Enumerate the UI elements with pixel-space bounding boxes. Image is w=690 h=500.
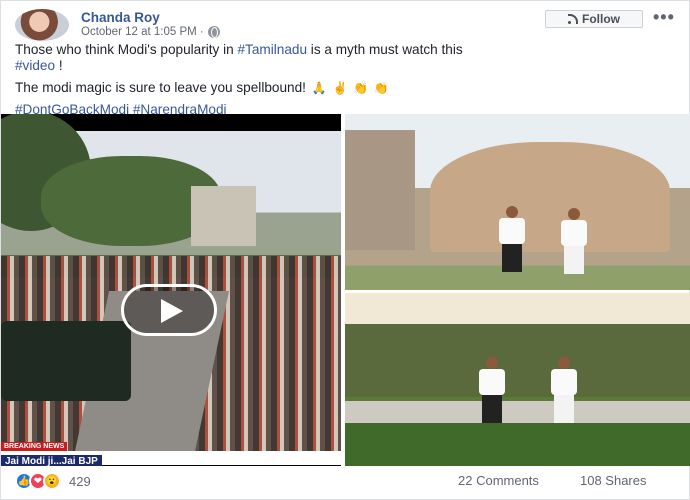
play-button-icon[interactable] bbox=[121, 284, 217, 336]
post-timestamp[interactable]: October 12 at 1:05 PM · bbox=[81, 26, 204, 38]
globe-icon bbox=[207, 26, 220, 38]
hashtag-tamilnadu[interactable]: #Tamilnadu bbox=[237, 42, 307, 57]
shares-count-link[interactable]: 108 Shares bbox=[580, 473, 647, 488]
video-player[interactable]: BREAKING NEWS Jai Modi ji...Jai BJP bbox=[1, 114, 341, 466]
garden-hedge bbox=[345, 423, 690, 466]
wow-icon: 😮 bbox=[43, 472, 61, 490]
garden-path bbox=[345, 401, 690, 423]
victory-hand-emoji-icon: ✌ bbox=[332, 81, 348, 95]
folded-hands-emoji-icon: 🙏 bbox=[311, 81, 327, 95]
post-line-2: The modi magic is sure to leave you spel… bbox=[15, 80, 675, 96]
post-text-segment: is a myth must watch this bbox=[307, 42, 463, 57]
breaking-news-label: BREAKING NEWS bbox=[1, 442, 68, 451]
comments-count-link[interactable]: 22 Comments bbox=[458, 473, 539, 488]
photo-garden-walk[interactable] bbox=[345, 293, 690, 466]
author-name[interactable]: Chanda Roy bbox=[81, 10, 160, 25]
temple-structure bbox=[430, 142, 670, 252]
post-text-segment: The modi magic is sure to leave you spel… bbox=[15, 80, 310, 95]
video-scene-building bbox=[191, 186, 256, 246]
temple-tower bbox=[345, 130, 415, 250]
post-text-segment: Those who think Modi's popularity in bbox=[15, 42, 238, 57]
news-ticker: Jai Modi ji...Jai BJP bbox=[1, 451, 341, 466]
post-text-segment: ! bbox=[55, 58, 63, 73]
post-line-1: Those who think Modi's popularity in #Ta… bbox=[15, 42, 675, 74]
person-figure bbox=[557, 208, 591, 274]
video-scene-vehicle bbox=[1, 321, 131, 401]
clapping-hands-emoji-icon: 👏 bbox=[373, 81, 389, 95]
reaction-count: 429 bbox=[69, 473, 91, 489]
ticker-text: Jai Modi ji...Jai BJP bbox=[1, 455, 102, 466]
facebook-post-card: Chanda Roy October 12 at 1:05 PM · Follo… bbox=[0, 0, 690, 500]
rss-icon bbox=[568, 13, 578, 24]
clapping-hands-emoji-icon: 👏 bbox=[353, 81, 369, 95]
video-frame: BREAKING NEWS Jai Modi ji...Jai BJP bbox=[1, 114, 341, 466]
person-figure bbox=[475, 357, 509, 423]
person-figure bbox=[495, 206, 529, 272]
follow-label: Follow bbox=[582, 12, 620, 26]
person-figure bbox=[547, 357, 581, 423]
follow-button[interactable]: Follow bbox=[545, 10, 643, 28]
post-meta: October 12 at 1:05 PM · bbox=[81, 26, 220, 38]
more-options-icon[interactable]: ••• bbox=[653, 7, 675, 28]
photo-temple[interactable] bbox=[345, 114, 690, 290]
author-avatar[interactable] bbox=[15, 9, 69, 41]
reactions-summary[interactable]: 👍 ❤ 😮 429 bbox=[15, 472, 91, 490]
post-text: Those who think Modi's popularity in #Ta… bbox=[15, 42, 675, 124]
hashtag-video[interactable]: #video bbox=[15, 58, 55, 73]
